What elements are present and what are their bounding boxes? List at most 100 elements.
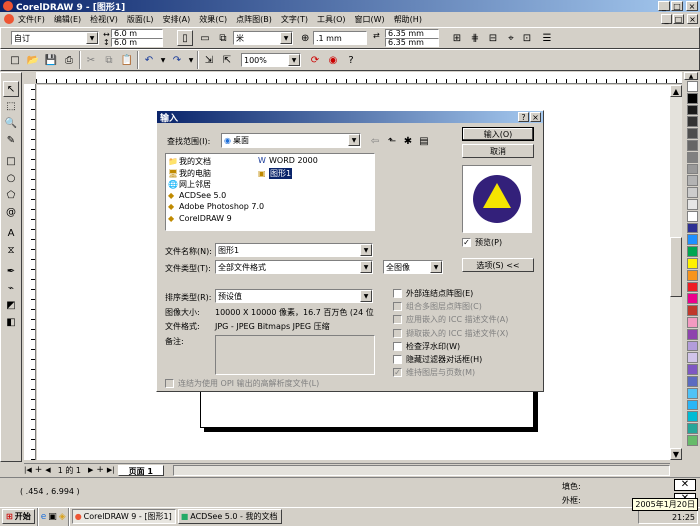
redo-icon[interactable]: ↷	[169, 52, 185, 68]
palette-swatch[interactable]	[686, 257, 698, 269]
add-page-end-icon[interactable]: +	[96, 465, 104, 475]
snap-icon[interactable]: ⌖	[503, 30, 519, 46]
palette-swatch[interactable]	[686, 364, 698, 375]
menu-item[interactable]: 文字(T)	[281, 14, 308, 25]
palette-swatch[interactable]	[686, 210, 698, 222]
file-item[interactable]: ▣ 图形1	[258, 167, 293, 179]
clock[interactable]: 21:25	[672, 513, 695, 522]
task-acdsee[interactable]: ■ ACDSee 5.0 - 我的文档	[177, 509, 282, 524]
guidelines-icon[interactable]: ⋕	[467, 30, 483, 46]
palette-swatch[interactable]	[686, 411, 698, 423]
height-input[interactable]: 6.0 m	[111, 38, 163, 47]
lookin-select[interactable]: ◉ 桌面 ▼	[221, 133, 361, 148]
prev-page-icon[interactable]: ◀	[45, 466, 50, 474]
palette-up-button[interactable]: ▲	[684, 72, 698, 80]
fill-tool-icon[interactable]: ◩	[3, 297, 19, 313]
options-icon[interactable]: ☰	[539, 30, 555, 46]
palette-swatch[interactable]	[686, 187, 698, 198]
menu-item[interactable]: 窗口(W)	[355, 14, 385, 25]
quick-launch-desktop-icon[interactable]: ▣	[48, 512, 57, 522]
dup-x-input[interactable]: 6.35 mm	[385, 29, 439, 38]
dup-y-input[interactable]: 6.35 mm	[385, 38, 439, 47]
import-ok-button[interactable]: 输入(O)	[462, 127, 534, 141]
polygon-tool-icon[interactable]: ⬠	[3, 187, 19, 203]
first-page-icon[interactable]: |◀	[24, 466, 32, 474]
new-folder-icon[interactable]: ✱	[400, 133, 416, 149]
file-item[interactable]: 📁 我的文档	[168, 156, 211, 167]
palette-swatch[interactable]	[686, 281, 698, 293]
file-item[interactable]: ◆ Adobe Photoshop 7.0	[168, 202, 264, 211]
palette-swatch[interactable]	[686, 293, 698, 305]
interactive-blend-icon[interactable]: ⧖	[3, 242, 19, 258]
menu-item[interactable]: 编辑(E)	[54, 14, 81, 25]
width-input[interactable]: 6.0 m	[111, 29, 163, 38]
dialog-close-button[interactable]: ×	[530, 112, 541, 122]
redo-dropdown-icon[interactable]: ▼	[187, 52, 195, 68]
unit-select[interactable]: 米 ▼	[233, 31, 293, 45]
freehand-tool-icon[interactable]: ✎	[3, 132, 19, 148]
doc-close-button[interactable]: ×	[687, 14, 698, 24]
close-button[interactable]: ×	[686, 1, 698, 11]
help-icon[interactable]: ?	[343, 52, 359, 68]
up-folder-icon[interactable]: ⬑	[384, 133, 400, 149]
palette-swatch[interactable]	[686, 387, 698, 399]
file-list[interactable]: 📁 我的文档 🖥 我的电脑 🌐 网上邻居 ◆ ACDSee 5.0 ◆ Adobe Photosh…	[165, 153, 375, 231]
application-launcher-icon[interactable]: ⟳	[307, 52, 323, 68]
paste-icon[interactable]: 📋	[119, 52, 135, 68]
portrait-icon[interactable]: ▯	[177, 30, 193, 46]
maximize-button[interactable]: □	[671, 1, 683, 11]
palette-swatch[interactable]	[686, 246, 698, 257]
menu-item[interactable]: 版面(L)	[127, 14, 154, 25]
palette-swatch[interactable]	[686, 151, 698, 163]
shape-tool-icon[interactable]: ⬚	[3, 98, 19, 114]
doc-restore-button[interactable]: □	[673, 14, 684, 24]
grid-icon[interactable]: ⊞	[449, 30, 465, 46]
copy-icon[interactable]: ⧉	[101, 52, 117, 68]
cancel-button[interactable]: 取消	[462, 144, 534, 158]
preset-select[interactable]: 自订 ▼	[11, 31, 99, 45]
palette-swatch[interactable]	[686, 352, 698, 364]
palette-swatch[interactable]	[686, 116, 698, 128]
next-page-icon[interactable]: ▶	[88, 466, 93, 474]
zoom-tool-icon[interactable]: 🔍	[3, 115, 19, 131]
page-tab[interactable]: 页面 1	[117, 464, 164, 476]
doc-minimize-button[interactable]: _	[661, 14, 672, 24]
print-icon[interactable]: ⎙	[61, 52, 77, 68]
pick-tool-icon[interactable]: ↖	[3, 81, 19, 97]
ellipse-tool-icon[interactable]: ○	[3, 170, 19, 186]
snap-guides-icon[interactable]: ⊡	[519, 30, 535, 46]
file-item[interactable]: ◆ ACDSee 5.0	[168, 191, 226, 200]
palette-swatch[interactable]	[686, 434, 698, 446]
palette-swatch[interactable]	[686, 139, 698, 151]
filetype-select[interactable]: 全部文件格式 ▼	[215, 260, 373, 274]
interactive-fill-icon[interactable]: ◧	[3, 314, 19, 330]
palette-swatch[interactable]	[686, 198, 698, 210]
spiral-tool-icon[interactable]: @	[3, 204, 19, 220]
palette-swatch[interactable]	[686, 222, 698, 234]
quick-launch-ie-icon[interactable]: e	[41, 512, 47, 522]
menu-item[interactable]: 文件(F)	[18, 14, 45, 25]
scroll-up-button[interactable]: ▲	[670, 85, 682, 97]
menu-item[interactable]: 点阵图(B)	[236, 14, 272, 25]
sort-select[interactable]: 预设值 ▼	[215, 289, 373, 303]
dialog-help-button[interactable]: ?	[518, 112, 529, 122]
palette-swatch[interactable]	[686, 305, 698, 316]
quick-launch-media-icon[interactable]: ◈	[59, 512, 66, 522]
file-item[interactable]: W WORD 2000	[258, 156, 318, 165]
minimize-button[interactable]: _	[658, 1, 670, 11]
option-checkbox[interactable]: 外部连结点阵图(E)	[393, 287, 508, 300]
menu-item[interactable]: 效果(C)	[199, 14, 227, 25]
start-button[interactable]: ⊞ 开始	[2, 509, 35, 524]
palette-swatch[interactable]	[686, 175, 698, 187]
palette-swatch[interactable]	[686, 423, 698, 434]
palette-swatch[interactable]	[686, 328, 698, 340]
option-checkbox[interactable]: 隐藏过滤器对话框(H)	[393, 353, 508, 366]
menu-item[interactable]: 检视(V)	[90, 14, 118, 25]
palette-swatch[interactable]	[686, 316, 698, 328]
snap-objects-icon[interactable]: ⊟	[485, 30, 501, 46]
image-select[interactable]: 全图像 ▼	[383, 260, 443, 274]
palette-swatch[interactable]	[686, 234, 698, 246]
palette-swatch[interactable]	[686, 399, 698, 411]
file-item[interactable]: 🖥 我的电脑	[168, 168, 211, 179]
ruler-corner[interactable]	[24, 72, 36, 84]
